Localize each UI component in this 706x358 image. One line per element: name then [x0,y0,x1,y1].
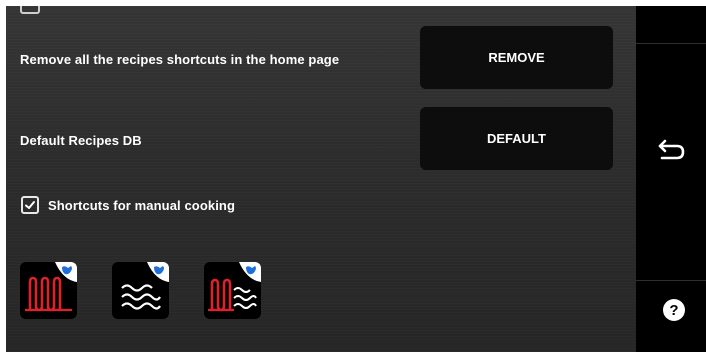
partially-visible-checkbox[interactable] [20,6,40,14]
heating-element-shortcut[interactable] [20,262,77,319]
hand-badge-icon [55,262,77,282]
settings-panel: Remove all the recipes shortcuts in the … [6,6,636,352]
side-navigation-bar: ? [636,6,706,352]
hand-badge-icon [239,262,261,282]
hand-badge-icon [147,262,169,282]
help-icon[interactable]: ? [663,299,685,321]
default-recipes-db-label: Default Recipes DB [20,133,142,148]
manual-cooking-checkbox[interactable] [21,196,39,214]
help-glyph: ? [669,301,679,319]
steam-shortcut[interactable] [112,262,169,319]
manual-cooking-label: Shortcuts for manual cooking [48,197,235,213]
manual-cooking-shortcuts-toggle[interactable]: Shortcuts for manual cooking [21,196,235,214]
checkmark-icon [25,201,35,209]
combi-shortcut[interactable] [204,262,261,319]
divider [636,43,706,44]
back-arrow-icon[interactable] [653,131,689,167]
remove-shortcuts-label: Remove all the recipes shortcuts in the … [20,52,340,67]
default-button[interactable]: DEFAULT [420,107,613,170]
screen: Remove all the recipes shortcuts in the … [0,0,706,358]
divider [636,280,706,281]
remove-button[interactable]: REMOVE [420,26,613,89]
